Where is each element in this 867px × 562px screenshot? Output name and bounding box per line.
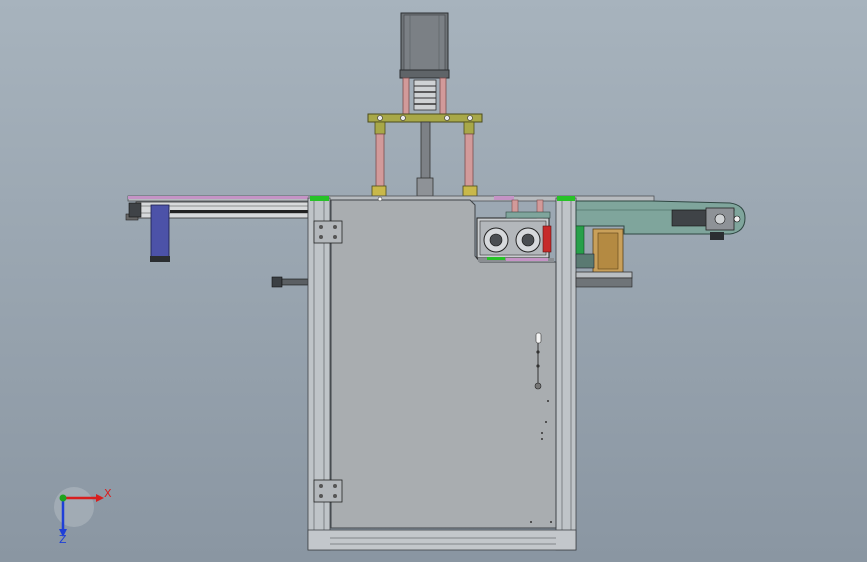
triad-x-label: X — [104, 487, 112, 500]
hinge-top — [313, 220, 343, 244]
conveyor-base-plate — [575, 271, 633, 288]
motor-pillar-left — [402, 77, 410, 117]
triad-z-label: Z — [59, 533, 67, 546]
axis-triad: X Z — [54, 487, 112, 546]
guide-rod-left — [371, 121, 387, 197]
hinge-bottom — [313, 479, 343, 503]
side-knob[interactable] — [271, 276, 309, 288]
lead-screw — [416, 121, 434, 197]
green-corner-right — [557, 196, 575, 201]
conveyor-bracket — [575, 225, 624, 274]
frame-bottom-rail — [307, 529, 577, 551]
cylinder-block-blue — [150, 204, 170, 262]
motor-pillar-right — [439, 77, 447, 117]
frame-right-post — [555, 197, 577, 551]
green-corner-left — [310, 196, 329, 201]
guide-rod-right — [462, 121, 478, 197]
gearbox[interactable] — [476, 217, 554, 262]
top-plate[interactable] — [367, 113, 483, 123]
machine-drawing: X Z — [54, 12, 746, 551]
shaft-coupling — [413, 79, 437, 111]
servo-motor[interactable] — [399, 12, 450, 79]
cad-viewport[interactable]: X Z — [0, 0, 867, 562]
